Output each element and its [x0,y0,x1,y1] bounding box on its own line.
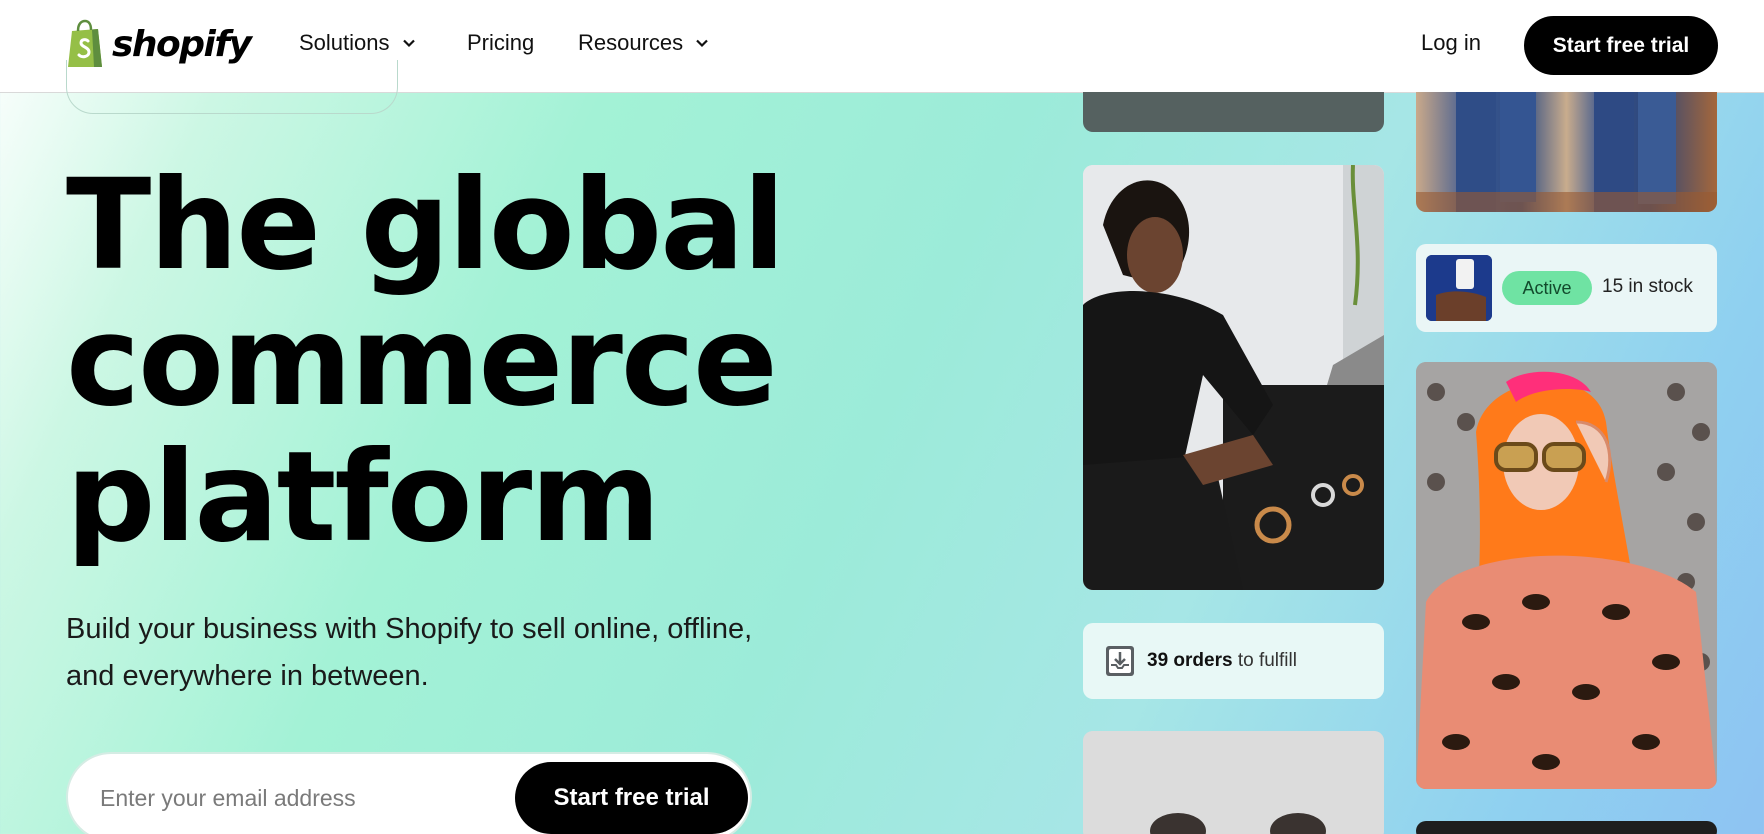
product-thumbnail [1426,255,1492,321]
inventory-status-card: Active 15 in stock [1416,244,1717,332]
fashion-model-photo [1416,362,1717,789]
hero-title: The global commerce platform [66,158,866,566]
nav-pricing-label: Pricing [467,30,535,55]
email-input[interactable] [100,778,480,818]
nav-resources[interactable]: Resources [578,30,709,56]
hero-title-line-2: commerce [66,289,778,434]
chevron-down-icon [696,39,708,48]
product-thumbnail-image [1426,255,1492,321]
email-signup-form: Start free trial [66,752,752,834]
jewelry-maker-photo-card [1083,165,1384,590]
start-free-trial-button[interactable]: Start free trial [515,762,748,834]
announcement-pill[interactable] [66,60,398,114]
jewelry-maker-photo [1083,165,1384,590]
product-photo [1083,731,1384,834]
nav-solutions-label: Solutions [299,30,390,55]
product-image-card [1083,92,1384,132]
download-tray-icon [1106,646,1134,676]
stock-count: 15 in stock [1602,276,1693,297]
product-photo-card [1083,731,1384,834]
hero-title-line-3: platform [66,425,661,570]
hero-subtitle: Build your business with Shopify to sell… [66,613,753,692]
chevron-down-icon [402,39,415,48]
hero-title-line-1: The global [66,153,785,298]
login-link[interactable]: Log in [1421,30,1481,56]
status-badge: Active [1502,271,1592,305]
orders-count: 39 orders [1147,650,1233,671]
start-free-trial-nav-button[interactable]: Start free trial [1524,16,1718,75]
orders-suffix: to fulfill [1232,650,1297,671]
jeans-photo-card [1416,92,1717,212]
nav-solutions[interactable]: Solutions [299,30,416,56]
orders-to-fulfill-card: 39 orders to fulfill [1083,623,1384,699]
jeans-photo [1416,92,1717,212]
nav-resources-label: Resources [578,30,684,55]
orders-text: 39 orders to fulfill [1147,650,1297,672]
nav-pricing[interactable]: Pricing [467,30,534,56]
dark-photo-card [1416,821,1717,834]
fashion-model-photo-card [1416,362,1717,789]
brand-wordmark: shopify [112,23,252,65]
